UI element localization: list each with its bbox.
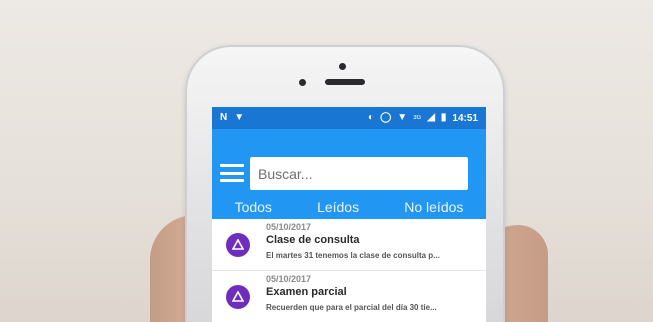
alarm-icon: ◯ [380, 112, 392, 123]
tab-no-leidos[interactable]: No leídos [404, 199, 463, 215]
n-icon: N [220, 112, 228, 123]
list-item[interactable]: 05/10/2017 Examen parcial Recuerden que … [212, 271, 486, 322]
filter-tabs: Todos Leídos No leídos [212, 194, 486, 219]
bell-icon [226, 285, 250, 309]
tab-leidos[interactable]: Leídos [317, 199, 359, 215]
tab-todos[interactable]: Todos [235, 199, 272, 215]
item-title: Examen parcial [266, 286, 347, 298]
item-date: 05/10/2017 [266, 274, 312, 284]
notification-list: 05/10/2017 Clase de consulta El martes 3… [212, 219, 486, 322]
search-input[interactable] [258, 165, 460, 182]
wifi-icon: ▼ [397, 112, 408, 123]
list-item[interactable]: 05/10/2017 Clase de consulta El martes 3… [212, 219, 486, 271]
front-camera [299, 79, 306, 86]
signal-icon: ◢ [427, 112, 435, 123]
status-right-icons: ◐ ◯ ▼ 3G ◢ ▮ 14:51 [368, 112, 478, 124]
phone-screen: N ▼ ◐ ◯ ▼ 3G ◢ ▮ 14:51 Todos Leídos No l… [212, 107, 486, 322]
app-toolbar: Todos Leídos No leídos [212, 129, 486, 219]
item-date: 05/10/2017 [266, 222, 312, 232]
item-preview: El martes 31 tenemos la clase de consult… [266, 251, 440, 260]
camera-lens [339, 63, 346, 70]
status-bar: N ▼ ◐ ◯ ▼ 3G ◢ ▮ 14:51 [212, 107, 486, 129]
search-box[interactable] [250, 157, 468, 190]
vibrate-icon: ◐ [368, 112, 375, 123]
status-left-icons: N ▼ [220, 112, 244, 124]
item-title: Clase de consulta [266, 234, 360, 246]
earpiece-speaker [325, 79, 365, 85]
item-preview: Recuerden que para el parcial del día 30… [266, 303, 437, 312]
shield-icon: ▼ [234, 112, 245, 123]
hamburger-menu-icon[interactable] [220, 164, 244, 182]
network-type: 3G [413, 115, 422, 121]
status-time: 14:51 [452, 112, 478, 124]
bell-icon [226, 233, 250, 257]
battery-icon: ▮ [440, 112, 447, 123]
